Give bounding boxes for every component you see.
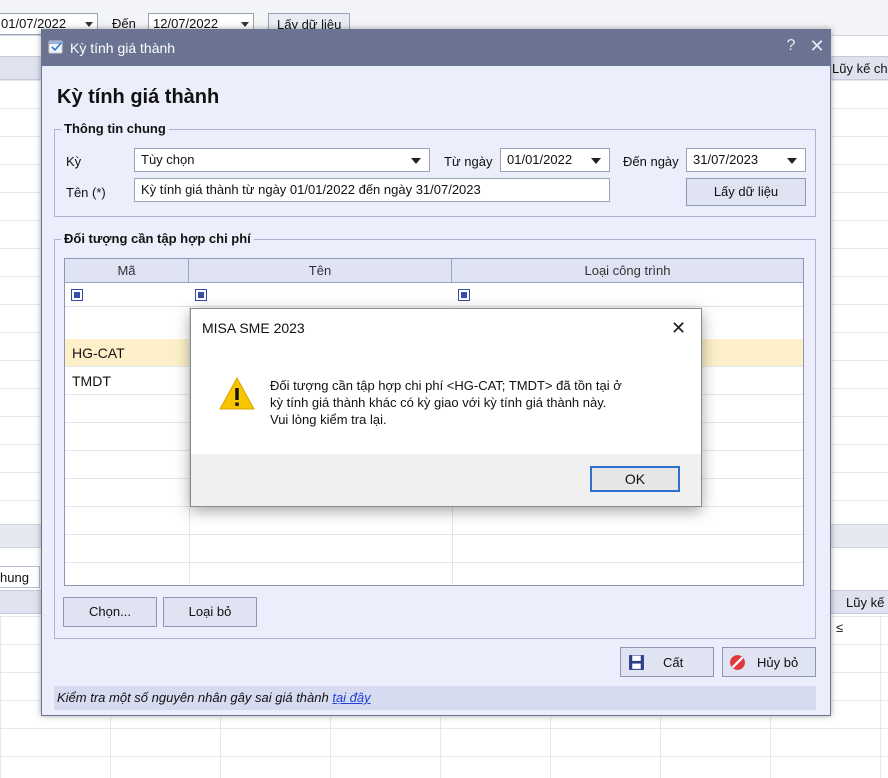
filter-icon[interactable] [195, 289, 207, 301]
footer-link[interactable]: tại đây [332, 690, 370, 705]
background-header-cumulative-2: Lũy kế [846, 595, 885, 610]
footer-hint-bar: Kiểm tra một số nguyên nhân gây sai giá … [54, 686, 816, 710]
name-label: Tên (*) [66, 185, 106, 200]
row-code: TMDT [72, 373, 111, 389]
name-field[interactable]: Kỳ tính giá thành từ ngày 01/01/2022 đến… [134, 178, 610, 202]
get-data-button[interactable]: Lấy dữ liệu [686, 178, 806, 206]
message-line: kỳ tính giá thành khác có kỳ giao với kỳ… [270, 395, 607, 410]
help-icon[interactable]: ? [784, 37, 798, 55]
chevron-down-icon [591, 158, 601, 164]
footer-hint-text: Kiểm tra một số nguyên nhân gây sai giá … [57, 690, 333, 705]
choose-button[interactable]: Chọn... [63, 597, 157, 627]
column-header-name[interactable]: Tên [189, 259, 452, 283]
to-date-value: 31/07/2023 [693, 152, 759, 167]
chevron-down-icon [85, 22, 93, 27]
message-text: Đối tượng cần tập hợp chi phí <HG-CAT; T… [270, 377, 690, 428]
close-icon[interactable]: ✕ [809, 36, 825, 57]
from-date-label: Từ ngày [444, 154, 493, 169]
cancel-icon [730, 655, 745, 670]
save-button[interactable]: Cất [620, 647, 714, 677]
table-row [65, 535, 803, 563]
table-header: Mã Tên Loại công trình [65, 259, 803, 283]
background-filter-operator[interactable]: ≤ [836, 620, 843, 635]
to-date-label: Đến ngày [623, 154, 679, 169]
table-filter-row [65, 283, 803, 307]
background-tab[interactable]: hung [0, 566, 40, 588]
dialog-window-title: Kỳ tính giá thành [70, 40, 176, 56]
filter-icon[interactable] [71, 289, 83, 301]
page-title: Kỳ tính giá thành [57, 86, 220, 108]
ok-button[interactable]: OK [590, 466, 680, 492]
to-date-picker[interactable]: 31/07/2023 [686, 148, 806, 172]
column-header-code[interactable]: Mã [65, 259, 189, 283]
filter-icon[interactable] [458, 289, 470, 301]
calendar-icon [48, 40, 63, 54]
from-date-value: 01/01/2022 [507, 152, 573, 167]
message-line: Đối tượng cần tập hợp chi phí <HG-CAT; T… [270, 378, 622, 393]
close-icon[interactable]: ✕ [671, 318, 686, 339]
message-box: MISA SME 2023 ✕ Đối tượng cần tập hợp ch… [190, 308, 702, 507]
message-box-title: MISA SME 2023 [202, 320, 305, 336]
chevron-down-icon [787, 158, 797, 164]
table-row [65, 507, 803, 535]
remove-button[interactable]: Loại bỏ [163, 597, 257, 627]
chevron-down-icon [241, 22, 249, 27]
cost-objects-title: Đối tượng cần tập hợp chi phí [61, 231, 254, 246]
chevron-down-icon [411, 158, 421, 164]
warning-icon [219, 376, 255, 410]
save-label: Cất [663, 655, 684, 670]
message-box-footer: OK [191, 454, 701, 506]
general-info-title: Thông tin chung [61, 121, 169, 136]
row-code: HG-CAT [72, 345, 125, 361]
period-select[interactable]: Tùy chọn [134, 148, 430, 172]
footer-hint: Kiểm tra một số nguyên nhân gây sai giá … [57, 690, 371, 705]
period-label: Kỳ [66, 154, 82, 169]
column-header-type[interactable]: Loại công trình [452, 259, 803, 283]
message-line: Vui lòng kiểm tra lại. [270, 412, 387, 427]
from-date-picker[interactable]: 01/01/2022 [500, 148, 610, 172]
save-icon [629, 655, 644, 670]
cancel-label: Hủy bỏ [757, 655, 799, 670]
dialog-titlebar[interactable]: Kỳ tính giá thành ? ✕ [42, 30, 830, 66]
cancel-button[interactable]: Hủy bỏ [722, 647, 816, 677]
background-header-cumulative: Lũy kế ch [832, 61, 888, 76]
period-select-value: Tùy chọn [141, 152, 195, 167]
